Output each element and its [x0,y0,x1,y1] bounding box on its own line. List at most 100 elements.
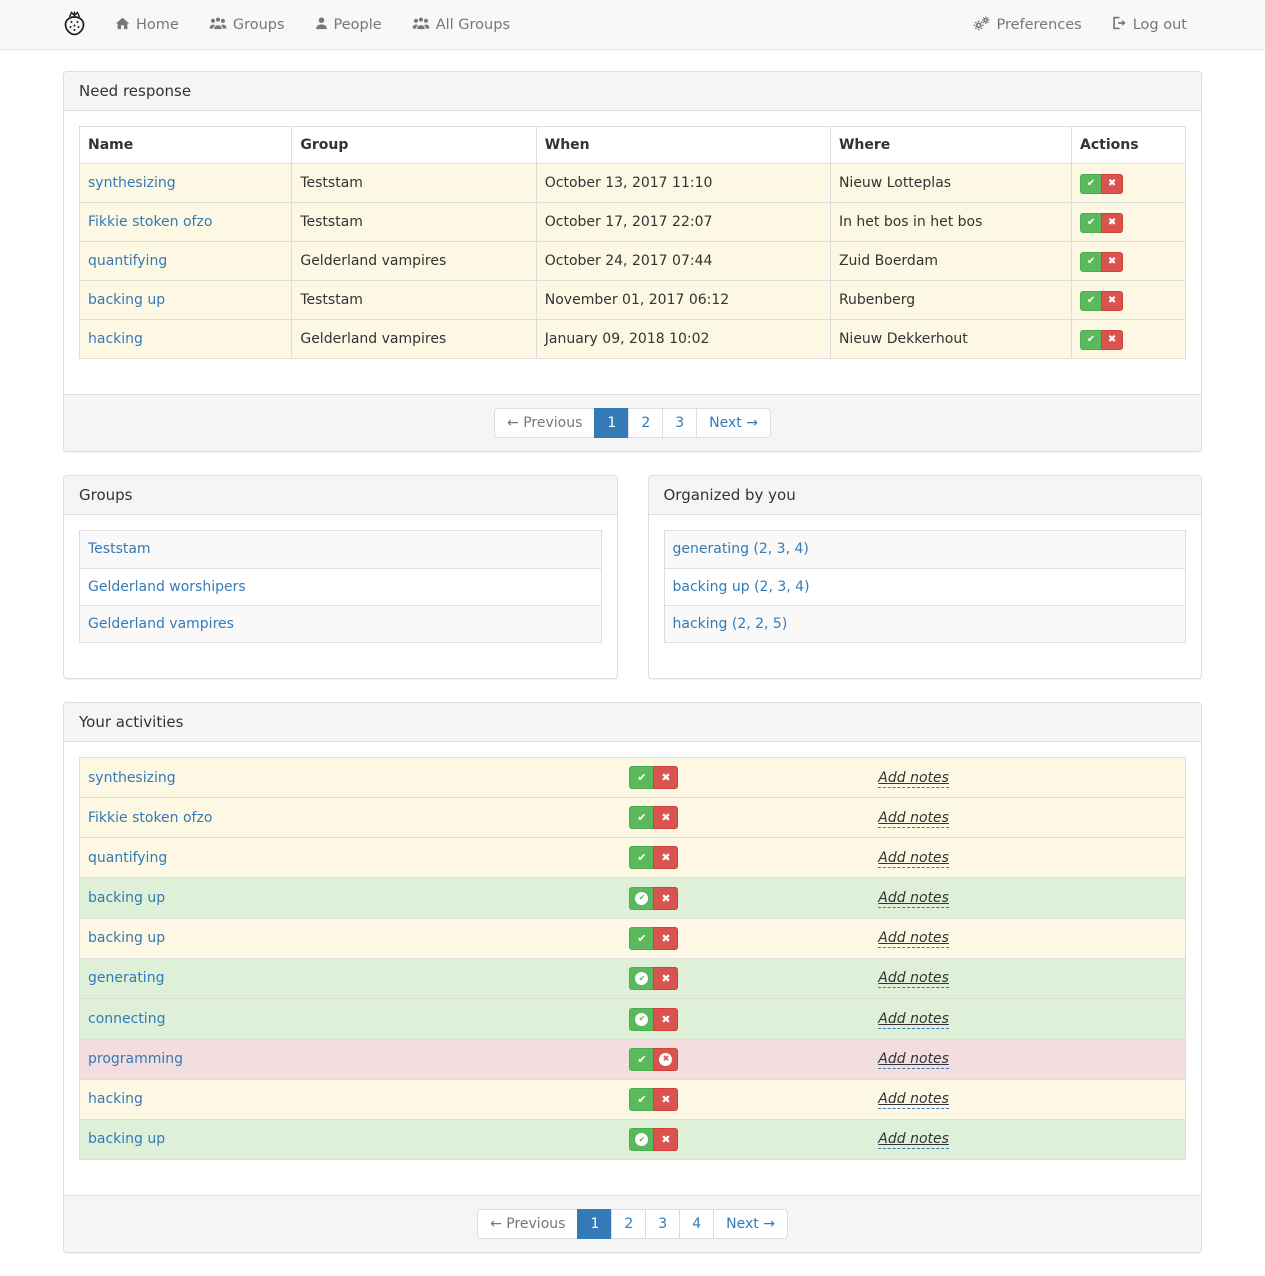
list-item: hacking (2, 2, 5) [664,605,1186,642]
decline-button[interactable]: ✖ [653,1008,678,1031]
accept-button[interactable]: ✔ [629,1008,654,1031]
x-icon: ✖ [659,972,672,985]
decline-button[interactable]: ✖ [653,806,678,829]
event-name-link[interactable]: quantifying [88,253,167,269]
group-link[interactable]: Teststam [88,541,151,557]
nav-item-all-groups[interactable]: All Groups [397,0,525,50]
decline-button[interactable]: ✖ [1101,213,1123,233]
next-page-button[interactable]: Next → [696,408,771,438]
accept-button[interactable]: ✔ [629,1088,654,1111]
accept-button[interactable]: ✔ [629,766,654,789]
nav-item-people[interactable]: People [300,0,397,50]
add-notes-link[interactable]: Add notes [878,890,949,908]
decline-button[interactable]: ✖ [1101,174,1123,194]
activity-row: generating ✔ ✖ Add notes [80,958,1186,999]
prev-page-button[interactable]: ← Previous [477,1209,578,1239]
accept-button[interactable]: ✔ [629,1048,654,1071]
accept-button[interactable]: ✔ [629,967,654,990]
activity-name-link[interactable]: generating [88,970,164,986]
column-header-group: Group [292,127,536,164]
add-notes-link[interactable]: Add notes [878,810,949,828]
check-icon: ✔ [635,1053,648,1066]
event-where: Nieuw Lotteplas [830,164,1071,203]
event-name-link[interactable]: Fikkie stoken ofzo [88,214,212,230]
activity-name-link[interactable]: synthesizing [88,770,176,786]
page-button-3[interactable]: 3 [662,408,697,438]
activity-notes-cell: Add notes [870,1039,1185,1079]
event-row: backing upTeststamNovember 01, 2017 06:1… [80,281,1186,320]
event-when: January 09, 2018 10:02 [536,320,830,359]
decline-button[interactable]: ✖ [653,1128,678,1151]
add-notes-link[interactable]: Add notes [878,970,949,988]
brand-logo[interactable] [63,9,100,41]
activity-buttons-cell: ✔✖ [621,1079,870,1119]
nav-item-preferences[interactable]: Preferences [958,0,1096,50]
check-icon: ✔ [635,851,648,864]
check-icon: ✔ [1085,178,1098,191]
decline-button[interactable]: ✖ [653,846,678,869]
add-notes-link[interactable]: Add notes [878,1131,949,1149]
decline-button[interactable]: ✖ [653,1088,678,1111]
decline-button[interactable]: ✖ [1101,291,1123,311]
page-button-3[interactable]: 3 [645,1209,680,1239]
nav-item-groups[interactable]: Groups [194,0,300,50]
accept-button[interactable]: ✔ [629,806,654,829]
activity-name-link[interactable]: backing up [88,890,165,906]
add-notes-link[interactable]: Add notes [878,770,949,788]
activity-name-link[interactable]: backing up [88,1131,165,1147]
activity-row: quantifying ✔ ✖ Add notes [80,838,1186,878]
accept-button[interactable]: ✔ [1080,330,1102,350]
event-name-link[interactable]: synthesizing [88,175,176,191]
activity-name-link[interactable]: connecting [88,1011,165,1027]
activity-name-link[interactable]: hacking [88,1091,143,1107]
activity-name-link[interactable]: quantifying [88,850,167,866]
accept-button[interactable]: ✔ [1080,213,1102,233]
organized-activity-link[interactable]: backing up (2, 3, 4) [673,579,810,595]
add-notes-link[interactable]: Add notes [878,850,949,868]
decline-button[interactable]: ✖ [653,1048,678,1071]
activity-name-link[interactable]: Fikkie stoken ofzo [88,810,212,826]
accept-button[interactable]: ✔ [1080,174,1102,194]
page-button-4[interactable]: 4 [679,1209,714,1239]
pagination: ← Previous1234Next → [477,1209,788,1239]
page-button-1[interactable]: 1 [577,1209,612,1239]
add-notes-link[interactable]: Add notes [878,1091,949,1109]
accept-button[interactable]: ✔ [629,1128,654,1151]
accept-button[interactable]: ✔ [629,846,654,869]
organized-activity-link[interactable]: generating (2, 3, 4) [673,541,809,557]
activity-buttons-cell: ✔✖ [621,1119,870,1160]
event-actions-cell: ✔✖ [1072,203,1186,242]
event-name-link[interactable]: backing up [88,292,165,308]
decline-button[interactable]: ✖ [653,887,678,910]
group-link[interactable]: Gelderland worshipers [88,579,246,595]
decline-button[interactable]: ✖ [653,927,678,950]
decline-button[interactable]: ✖ [1101,252,1123,272]
activity-name-link[interactable]: programming [88,1051,183,1067]
response-buttons: ✔✖ [629,1048,678,1071]
event-name-link[interactable]: hacking [88,331,143,347]
page-button-2[interactable]: 2 [611,1209,646,1239]
activity-name-link[interactable]: backing up [88,930,165,946]
add-notes-link[interactable]: Add notes [878,1051,949,1069]
decline-button[interactable]: ✖ [1101,330,1123,350]
add-notes-link[interactable]: Add notes [878,930,949,948]
organized-activity-link[interactable]: hacking (2, 2, 5) [673,616,788,632]
add-notes-link[interactable]: Add notes [878,1011,949,1029]
accept-button[interactable]: ✔ [629,927,654,950]
column-header-where: Where [830,127,1071,164]
decline-button[interactable]: ✖ [653,967,678,990]
page-button-1[interactable]: 1 [594,408,629,438]
decline-button[interactable]: ✖ [653,766,678,789]
page-button-2[interactable]: 2 [628,408,663,438]
home-icon [115,16,130,34]
prev-page-button[interactable]: ← Previous [494,408,595,438]
accept-button[interactable]: ✔ [1080,252,1102,272]
accept-button[interactable]: ✔ [629,887,654,910]
nav-item-home[interactable]: Home [100,0,194,50]
check-icon: ✔ [635,771,648,784]
next-page-button[interactable]: Next → [713,1209,788,1239]
accept-button[interactable]: ✔ [1080,291,1102,311]
group-link[interactable]: Gelderland vampires [88,616,234,632]
nav-item-log-out[interactable]: Log out [1097,0,1202,50]
activity-notes-cell: Add notes [870,1119,1185,1160]
